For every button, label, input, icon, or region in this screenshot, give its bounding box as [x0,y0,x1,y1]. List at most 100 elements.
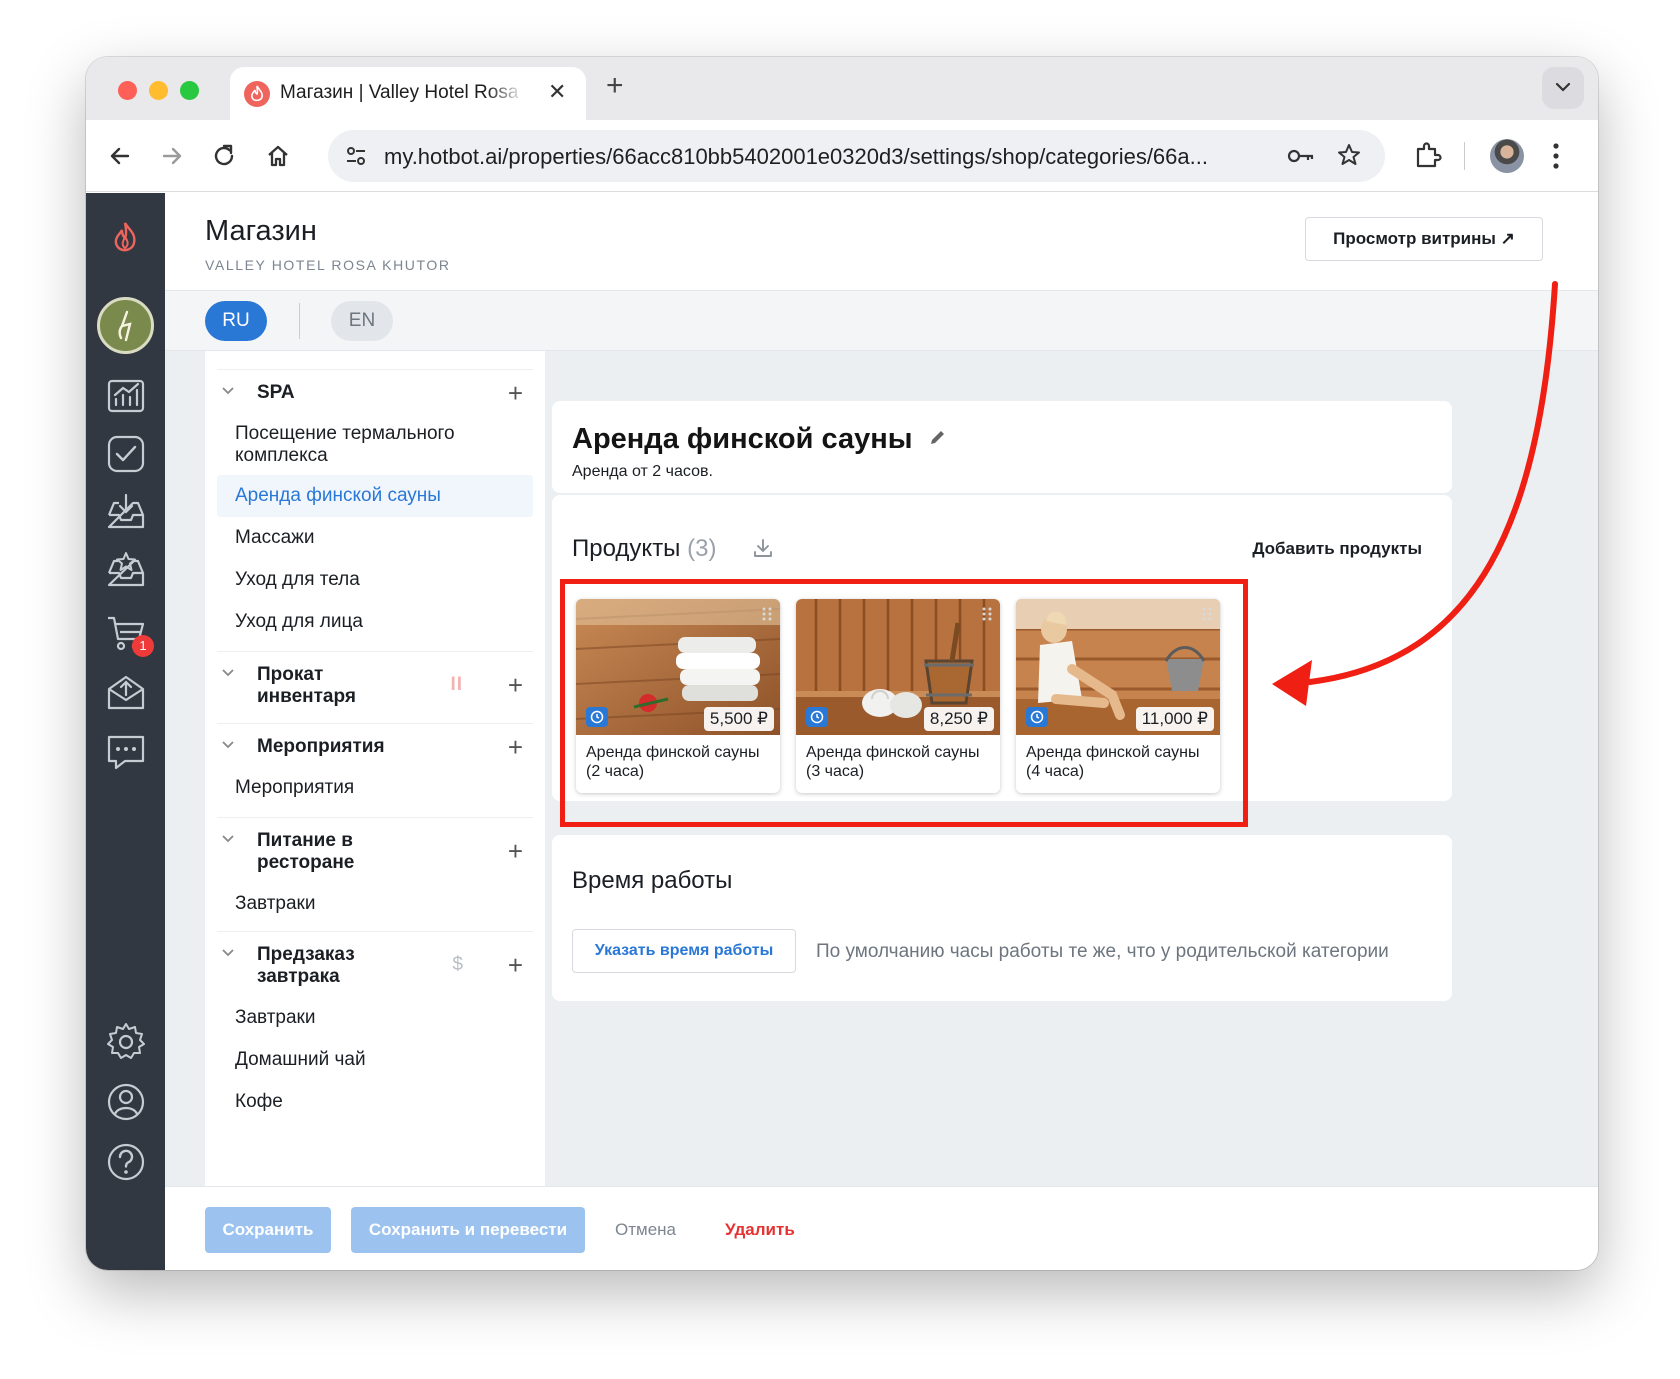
delete-button[interactable]: Удалить [725,1220,795,1240]
add-subcategory-icon[interactable]: + [508,952,523,978]
products-heading: Продукты (3) [572,535,717,562]
tasks-check-icon[interactable] [105,433,147,475]
clock-icon [586,707,608,727]
product-tile[interactable]: 8,250 ₽ Аренда финской сауны (3 часа) [796,599,1000,793]
bookmark-star-icon[interactable] [1336,142,1362,168]
save-and-translate-button[interactable]: Сохранить и перевести [351,1207,585,1253]
category-title: Аренда финской сауны [572,423,913,455]
close-window-button[interactable] [118,81,137,100]
language-en-tab[interactable]: EN [331,301,393,341]
new-tab-icon[interactable]: + [606,71,624,101]
tree-item-breakfast-preorder[interactable]: Завтраки [235,1007,525,1029]
category-tree: SPA + Посещение термального комплекса Ар… [205,351,545,1186]
tree-item-thermal[interactable]: Посещение термального комплекса [235,423,525,467]
tree-item-tea[interactable]: Домашний чай [235,1049,525,1071]
analytics-icon[interactable] [105,375,147,417]
add-subcategory-icon[interactable]: + [508,838,523,864]
property-name: VALLEY HOTEL ROSA KHUTOR [205,257,451,273]
maximize-window-button[interactable] [180,81,199,100]
address-bar[interactable]: my.hotbot.ai/properties/66acc810bb540200… [328,130,1385,182]
category-description: Аренда от 2 часов. [572,463,713,480]
paid-dollar-icon: $ [452,954,463,975]
user-profile-icon[interactable] [105,1081,147,1123]
preview-storefront-button[interactable]: Просмотр витрины ↗ [1305,217,1543,261]
edit-pencil-icon[interactable] [928,427,948,447]
products-card: Продукты (3) Добавить продукты 5,500 ₽ А… [552,495,1452,827]
tree-item-face-care[interactable]: Уход для лица [235,611,525,633]
chevron-down-icon[interactable] [221,834,235,844]
chevron-down-icon[interactable] [221,386,235,396]
tree-group-rental[interactable]: Прокат инвентаря II + [217,651,533,721]
product-name: Аренда финской сауны (4 часа) [1026,744,1200,780]
back-icon[interactable] [106,142,134,170]
clock-icon [1026,707,1048,727]
product-tile[interactable]: 5,500 ₽ Аренда финской сауны (2 часа) [576,599,780,793]
tree-item-events[interactable]: Мероприятия [235,777,525,799]
settings-gear-icon[interactable] [105,1021,147,1063]
working-hours-card: Время работы Указать время работы По умо… [552,835,1452,1001]
add-subcategory-icon[interactable]: + [508,672,523,698]
help-icon[interactable] [105,1141,147,1183]
site-settings-icon[interactable] [344,144,368,168]
add-subcategory-icon[interactable]: + [508,380,523,406]
cancel-button[interactable]: Отмена [615,1220,676,1240]
tree-item-body-care[interactable]: Уход для тела [235,569,525,591]
nav-rail: 1 [86,193,165,1270]
key-icon[interactable] [1286,144,1316,168]
language-divider [299,303,300,339]
minimize-window-button[interactable] [149,81,168,100]
browser-toolbar: my.hotbot.ai/properties/66acc810bb540200… [86,120,1598,192]
tree-group-events[interactable]: Мероприятия + [217,723,533,767]
group-label: Прокат инвентаря [257,664,356,707]
tree-group-spa[interactable]: SPA + [217,369,533,413]
inbox-star-icon[interactable] [105,549,147,591]
drag-handle-icon[interactable] [982,607,992,621]
set-working-hours-button[interactable]: Указать время работы [572,929,796,973]
tab-close-icon[interactable]: ✕ [548,80,566,104]
language-ru-tab[interactable]: RU [205,301,267,341]
browser-tab[interactable]: Магазин | Valley Hotel Rosa Khutor ✕ [230,67,586,120]
product-price: 5,500 ₽ [703,707,774,731]
tab-title: Магазин | Valley Hotel Rosa Khutor [280,82,524,103]
flame-favicon-icon [244,81,270,107]
tree-item-massage[interactable]: Массажи [235,527,525,549]
tree-item-coffee[interactable]: Кофе [235,1091,525,1113]
paused-icon: II [450,674,463,695]
tree-group-restaurant[interactable]: Питание в ресторане + [217,817,533,887]
profile-avatar[interactable] [1490,139,1524,173]
chevron-down-icon[interactable] [221,948,235,958]
tree-item-breakfast[interactable]: Завтраки [235,893,525,915]
save-button[interactable]: Сохранить [205,1207,331,1253]
add-subcategory-icon[interactable]: + [508,734,523,760]
property-avatar[interactable] [97,297,154,354]
drag-handle-icon[interactable] [762,607,772,621]
url-text: my.hotbot.ai/properties/66acc810bb540200… [384,144,1208,169]
download-icon[interactable] [752,537,774,559]
add-products-button[interactable]: Добавить продукты [1252,539,1422,559]
inbox-download-icon[interactable] [105,491,147,533]
cart-count-badge: 1 [132,635,154,657]
product-tile[interactable]: 11,000 ₽ Аренда финской сауны (4 часа) [1016,599,1220,793]
app-root: 1 Магазин VALLEY HOTEL ROSA KHUTOR Просм… [86,193,1598,1270]
hotbot-logo-icon[interactable] [110,221,140,255]
tab-search-button[interactable] [1542,67,1584,109]
chevron-down-icon[interactable] [221,668,235,678]
tree-group-preorder[interactable]: Предзаказ завтрака $ + [217,931,533,1001]
browser-menu-icon[interactable] [1552,142,1560,170]
group-label: Питание в ресторане [257,830,355,873]
working-hours-note: По умолчанию часы работы те же, что у ро… [816,941,1389,962]
category-card: Аренда финской сауны Аренда от 2 часов. [552,401,1452,493]
chat-icon[interactable] [105,731,147,773]
outbox-icon[interactable] [105,671,147,713]
tree-item-sauna-active[interactable]: Аренда финской сауны [217,475,533,517]
extensions-icon[interactable] [1413,140,1443,170]
page-header: Магазин VALLEY HOTEL ROSA KHUTOR Просмот… [165,193,1598,291]
group-label: Предзаказ завтрака [257,944,355,987]
chevron-down-icon[interactable] [221,740,235,750]
clock-icon [806,707,828,727]
drag-handle-icon[interactable] [1202,607,1212,621]
forward-icon[interactable] [158,142,186,170]
reload-icon[interactable] [210,142,238,170]
working-hours-title: Время работы [572,867,733,894]
home-icon[interactable] [264,142,292,170]
